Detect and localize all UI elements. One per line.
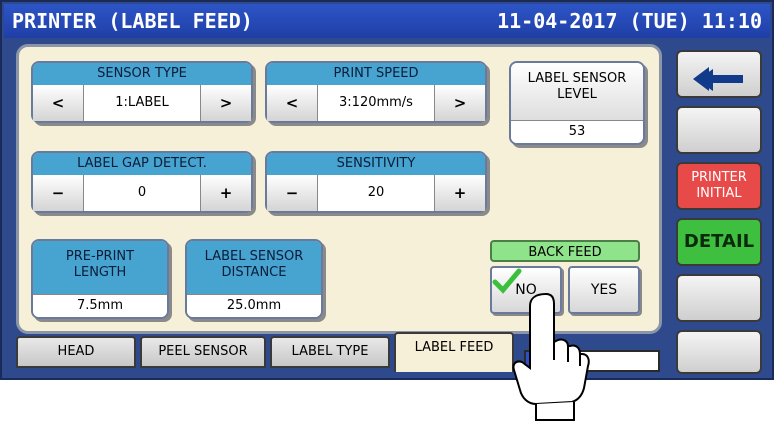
- label-sensor-distance-box[interactable]: LABEL SENSOR DISTANCE 25.0mm: [185, 239, 323, 319]
- label-sensor-distance-label: LABEL SENSOR DISTANCE: [187, 241, 321, 297]
- back-arrow-icon: [693, 67, 743, 91]
- back-button[interactable]: [676, 50, 762, 98]
- pre-print-length-value: 7.5mm: [33, 294, 167, 317]
- back-feed-label: BACK FEED: [490, 240, 640, 262]
- detail-button[interactable]: DETAIL: [676, 218, 762, 266]
- tab-label-feed[interactable]: LABEL FEED: [394, 332, 514, 372]
- print-speed-prev-button[interactable]: <: [267, 85, 318, 121]
- print-speed-next-button[interactable]: >: [434, 85, 485, 121]
- label-gap-detect-increase-button[interactable]: +: [200, 175, 251, 211]
- blank-side-button-1[interactable]: [676, 106, 762, 154]
- print-speed-group: PRINT SPEED < 3:120mm/s >: [265, 61, 487, 123]
- label-gap-detect-value: 0: [85, 175, 199, 211]
- label-gap-detect-group: LABEL GAP DETECT. − 0 +: [31, 151, 253, 213]
- sensor-type-group: SENSOR TYPE < 1:LABEL >: [31, 61, 253, 123]
- printer-initial-label-1: PRINTER: [691, 170, 747, 185]
- page-title: PRINTER (LABEL FEED): [12, 9, 253, 33]
- title-bar: PRINTER (LABEL FEED) 11-04-2017 (TUE) 11…: [4, 4, 770, 38]
- screen: PRINTER (LABEL FEED) 11-04-2017 (TUE) 11…: [0, 0, 774, 380]
- sensitivity-value: 20: [319, 175, 433, 211]
- sensor-type-next-button[interactable]: >: [200, 85, 251, 121]
- datetime: 11-04-2017 (TUE) 11:10: [497, 9, 762, 33]
- sensor-type-value: 1:LABEL: [85, 85, 199, 121]
- pointing-hand-icon: [512, 292, 590, 421]
- label-sensor-level-label: LABEL SENSOR LEVEL: [511, 63, 643, 123]
- label-sensor-distance-value: 25.0mm: [187, 294, 321, 317]
- print-speed-value: 3:120mm/s: [319, 85, 433, 121]
- pre-print-length-box[interactable]: PRE-PRINT LENGTH 7.5mm: [31, 239, 169, 319]
- label-sensor-level-value: 53: [511, 120, 643, 143]
- sensitivity-decrease-button[interactable]: −: [267, 175, 318, 211]
- sensor-type-prev-button[interactable]: <: [33, 85, 84, 121]
- tab-peel-sensor[interactable]: PEEL SENSOR: [140, 336, 266, 368]
- label-sensor-level-box: LABEL SENSOR LEVEL 53: [509, 61, 645, 145]
- tab-head[interactable]: HEAD: [16, 336, 136, 368]
- blank-side-button-2[interactable]: [676, 274, 762, 322]
- sensitivity-increase-button[interactable]: +: [434, 175, 485, 211]
- label-gap-detect-decrease-button[interactable]: −: [33, 175, 84, 211]
- blank-side-button-3[interactable]: [676, 330, 762, 374]
- sensitivity-label: SENSITIVITY: [267, 153, 485, 175]
- printer-initial-label-2: INITIAL: [696, 186, 742, 201]
- sensor-type-label: SENSOR TYPE: [33, 63, 251, 85]
- pre-print-length-label: PRE-PRINT LENGTH: [33, 241, 167, 297]
- label-gap-detect-label: LABEL GAP DETECT.: [33, 153, 251, 175]
- tab-label-type[interactable]: LABEL TYPE: [270, 336, 390, 368]
- printer-initial-button[interactable]: PRINTER INITIAL: [676, 162, 762, 210]
- print-speed-label: PRINT SPEED: [267, 63, 485, 85]
- sensitivity-group: SENSITIVITY − 20 +: [265, 151, 487, 213]
